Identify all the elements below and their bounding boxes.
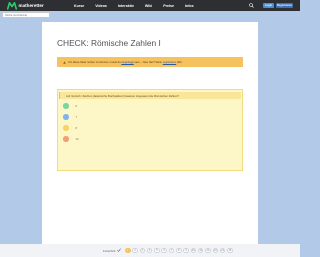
progress-step-3[interactable]: 3 bbox=[139, 247, 146, 253]
progress-step-4[interactable]: 4 bbox=[146, 247, 153, 253]
notice-text: Um diese Seite nutzen zu können, musst d… bbox=[68, 60, 121, 64]
quiz-option-4[interactable]: 10 bbox=[63, 136, 78, 142]
progress-step-11[interactable]: 11 bbox=[197, 247, 204, 253]
progress-step-13[interactable]: 13 bbox=[212, 247, 219, 253]
nav-actions: Login Registrieren bbox=[249, 0, 293, 11]
progress-step-14[interactable]: 14 bbox=[219, 247, 226, 253]
logo-icon bbox=[7, 1, 17, 10]
progress-step-10[interactable]: 10 bbox=[190, 247, 197, 253]
quiz-option-1[interactable]: 6 bbox=[63, 103, 77, 109]
brand-name: matheretter bbox=[18, 3, 44, 8]
login-link[interactable]: eingeloggt bbox=[121, 61, 133, 64]
content-card: CHECK: Römische Zahlen I Um diese Seite … bbox=[42, 22, 258, 252]
warning-icon bbox=[63, 60, 66, 64]
option-label: 7 bbox=[75, 115, 77, 119]
option-circle[interactable] bbox=[63, 125, 69, 131]
option-label: 6 bbox=[75, 104, 77, 108]
progress-step-5[interactable]: 5 bbox=[154, 247, 160, 253]
quiz-option-2[interactable]: 7 bbox=[63, 114, 77, 120]
nav-wiki[interactable]: Wiki bbox=[145, 4, 152, 8]
progress-step-7[interactable]: 7 bbox=[168, 247, 175, 253]
search-icon[interactable] bbox=[249, 3, 254, 8]
notice-middle: sein. – Neu hier? bbox=[134, 60, 155, 64]
progress-footer: Fortschritt 1 2 3 4 5 6 7 8 9 10 11 12 13 14 15 bbox=[0, 244, 300, 257]
nav-preise[interactable]: Preise bbox=[163, 4, 174, 8]
progress-step-12[interactable]: 12 bbox=[205, 247, 211, 253]
notice-dann: Dann bbox=[155, 60, 163, 64]
option-label: 10 bbox=[75, 137, 79, 141]
option-circle[interactable] bbox=[63, 114, 69, 120]
checkmark-icon bbox=[117, 248, 121, 252]
search-input[interactable]: Suche (Lernthema) bbox=[2, 12, 50, 18]
register-button[interactable]: Registrieren bbox=[276, 3, 293, 8]
notice-suffix: dich. bbox=[176, 60, 183, 64]
logo[interactable]: matheretter bbox=[7, 1, 44, 10]
progress-label: Fortschritt bbox=[103, 248, 116, 253]
progress-step-1[interactable]: 1 bbox=[125, 247, 131, 253]
login-notice: Um diese Seite nutzen zu können, musst d… bbox=[57, 57, 243, 67]
login-button[interactable]: Login bbox=[263, 3, 274, 8]
page-title: CHECK: Römische Zahlen I bbox=[57, 38, 161, 48]
progress-step-9[interactable]: 9 bbox=[183, 247, 189, 253]
progress-step-8[interactable]: 8 bbox=[176, 247, 182, 253]
option-label: 8 bbox=[75, 126, 77, 130]
nav-kurse[interactable]: Kurse bbox=[74, 4, 84, 8]
main-nav: Kurse Videos Interaktiv Wiki Preise Info… bbox=[74, 0, 205, 11]
nav-interaktiv[interactable]: Interaktiv bbox=[118, 4, 134, 8]
quiz-option-3[interactable]: 8 bbox=[63, 125, 77, 131]
option-circle[interactable] bbox=[63, 103, 69, 109]
quiz-question: Auf römisch: Zeichen (lateinische Buchst… bbox=[59, 92, 241, 99]
register-link[interactable]: registrieren bbox=[163, 61, 176, 64]
option-circle[interactable] bbox=[63, 136, 69, 142]
progress-step-2[interactable]: 2 bbox=[132, 247, 138, 253]
progress-step-15[interactable]: 15 bbox=[227, 247, 233, 253]
progress-steps: 1 2 3 4 5 6 7 8 9 10 11 12 13 14 15 bbox=[125, 247, 234, 253]
nav-infos[interactable]: Infos bbox=[185, 4, 194, 8]
top-navbar: matheretter Kurse Videos Interaktiv Wiki… bbox=[0, 0, 300, 11]
progress-step-6[interactable]: 6 bbox=[161, 247, 167, 253]
quiz-box: Auf römisch: Zeichen (lateinische Buchst… bbox=[57, 89, 243, 171]
nav-videos[interactable]: Videos bbox=[95, 4, 107, 8]
